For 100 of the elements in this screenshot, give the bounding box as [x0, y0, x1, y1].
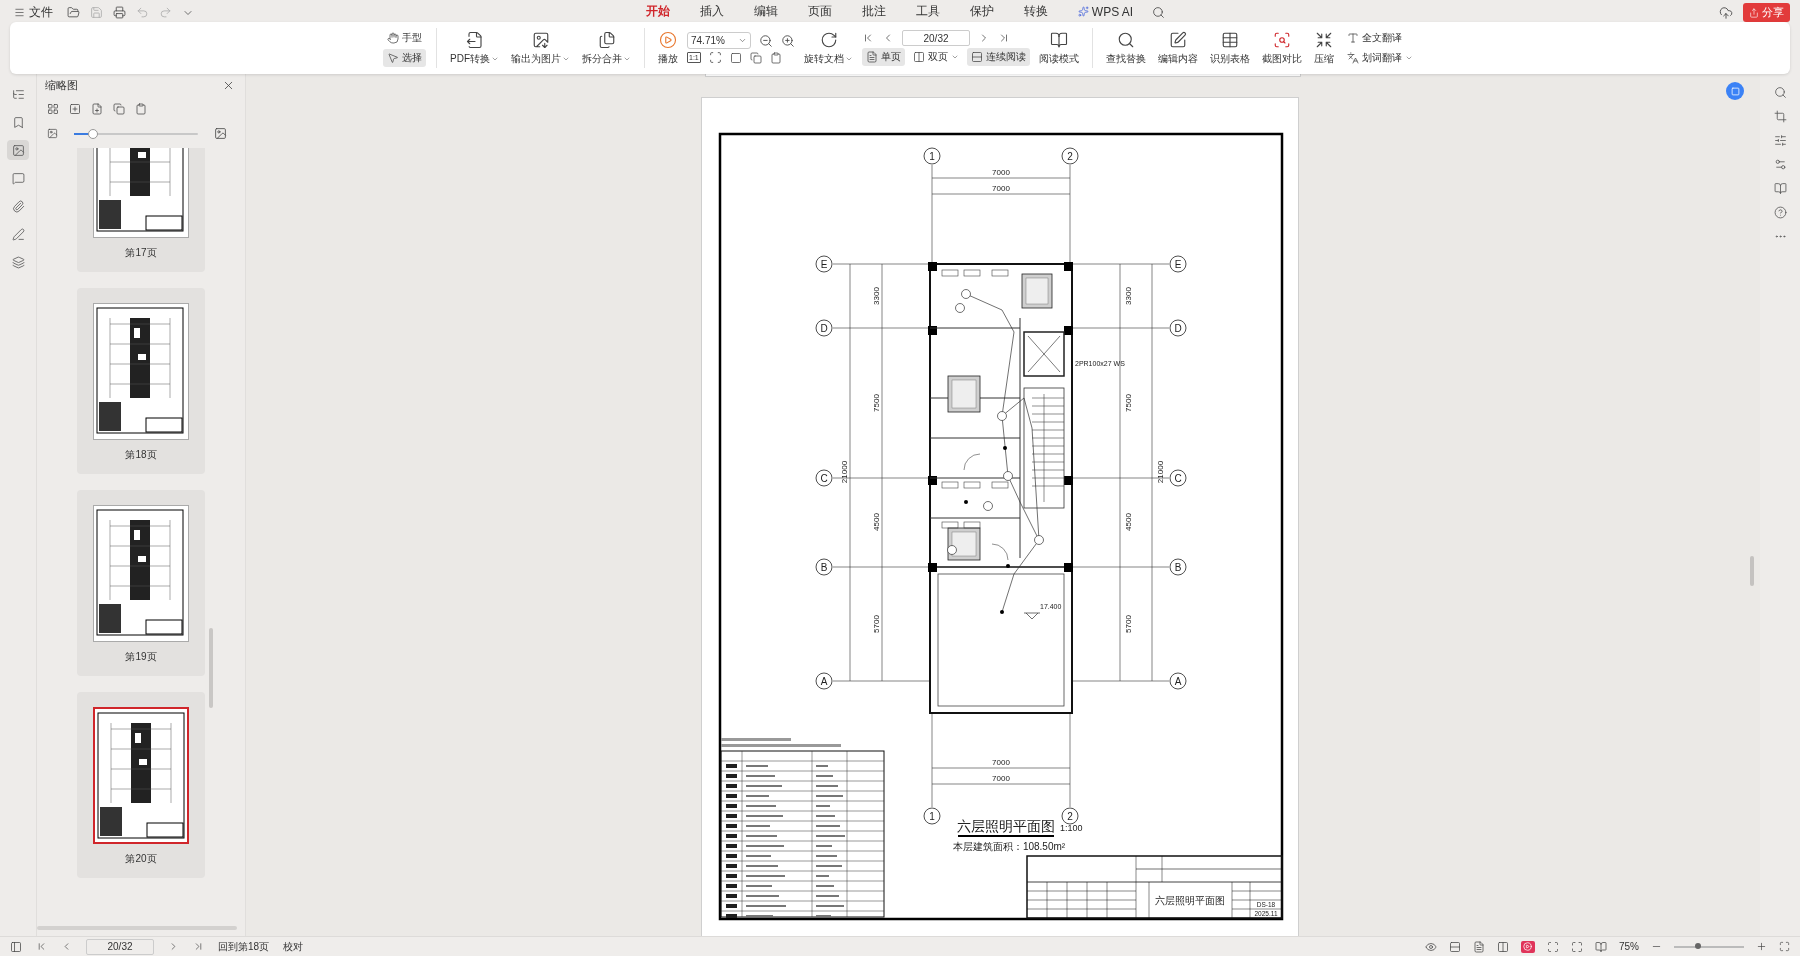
page-label: 第18页	[125, 448, 157, 462]
search-icon[interactable]	[1773, 86, 1787, 99]
thumbnail-card[interactable]: 第18页	[77, 288, 205, 474]
menu-tab[interactable]: 保护	[969, 0, 994, 25]
file-plus-icon[interactable]	[91, 103, 103, 115]
hand-tool-button[interactable]: 手型	[383, 29, 426, 47]
thumbnail-card[interactable]: 第19页	[77, 490, 205, 676]
close-icon[interactable]	[222, 79, 235, 92]
scrollbar-thumb[interactable]	[1750, 556, 1754, 586]
play-icon[interactable]	[1521, 940, 1535, 953]
split-merge-button[interactable]: 拆分合并	[579, 28, 634, 68]
compress-button[interactable]: 压缩	[1311, 28, 1337, 68]
axis-bubble: A	[815, 672, 833, 690]
compare-button[interactable]: 截图对比	[1259, 28, 1305, 68]
menu-tab[interactable]: 插入	[699, 0, 724, 25]
page-number-field[interactable]: 20/32	[902, 30, 970, 46]
rotate-document-button[interactable]: 旋转文档	[801, 28, 856, 68]
crop-icon[interactable]	[1773, 110, 1787, 123]
pdf-convert-button[interactable]: PDF转换	[447, 28, 502, 68]
first-page-icon[interactable]	[36, 941, 47, 952]
cloud-icon[interactable]	[1719, 5, 1733, 20]
axis-bubble: B	[1169, 558, 1187, 576]
find-replace-button[interactable]: 查找替换	[1103, 28, 1149, 68]
double-page-icon[interactable]	[1497, 940, 1509, 953]
print-icon[interactable]	[113, 6, 126, 19]
large-image-icon	[214, 127, 227, 140]
double-page-button[interactable]: 双页	[909, 48, 963, 66]
fullscreen-icon[interactable]	[1779, 941, 1790, 952]
hand-icon	[387, 32, 399, 44]
menu-tab[interactable]: 转换	[1023, 0, 1048, 25]
menu-tab[interactable]: 编辑	[753, 0, 778, 25]
image-icon	[531, 30, 550, 49]
scrollbar-thumb[interactable]	[209, 628, 213, 708]
reading-mode-button[interactable]: 阅读模式	[1036, 28, 1082, 68]
folder-icon[interactable]	[67, 6, 80, 19]
file-menu[interactable]: 文件	[10, 4, 57, 21]
dimension-label: 21000	[1156, 460, 1165, 484]
edit-content-button[interactable]: 编辑内容	[1155, 28, 1201, 68]
panel-toggle-icon[interactable]	[10, 940, 22, 953]
single-page-icon[interactable]	[1473, 940, 1485, 953]
share-button[interactable]: 分享	[1743, 3, 1790, 22]
zoom-level[interactable]: 75%	[1619, 941, 1639, 952]
first-page-icon[interactable]	[862, 32, 874, 44]
zoom-field[interactable]: 74.71%	[687, 32, 751, 49]
copy-icon[interactable]	[113, 103, 125, 115]
help-icon[interactable]	[1773, 206, 1787, 219]
thumbnail-card[interactable]: 第20页	[77, 692, 205, 878]
zoom-out-icon[interactable]	[759, 33, 773, 48]
fit-width-icon[interactable]	[1449, 940, 1461, 953]
zoom-slider[interactable]	[1674, 945, 1744, 948]
full-translate-button[interactable]: 全文翻译	[1343, 29, 1417, 47]
last-page-icon[interactable]	[998, 32, 1010, 44]
slider-thumb[interactable]	[87, 128, 98, 139]
dimension-label: 7000	[992, 168, 1010, 177]
add-page-icon[interactable]	[69, 103, 81, 115]
play-icon	[659, 30, 677, 49]
select-tool-button[interactable]: 选择	[383, 49, 426, 67]
dimension-label: 5700	[1124, 615, 1133, 633]
drawing-title: 六层照明平面图	[957, 818, 1055, 834]
fit-icon[interactable]	[1571, 940, 1583, 953]
translate-icon	[1347, 52, 1359, 64]
menu-tab[interactable]: 页面	[807, 0, 832, 25]
columns-icon	[913, 51, 925, 63]
page-number-field[interactable]: 20/32	[86, 938, 154, 955]
word-translate-button[interactable]: 划词翻译	[1343, 49, 1417, 67]
back-to-page-link[interactable]: 回到第18页	[218, 939, 270, 954]
eye-icon[interactable]	[1425, 940, 1437, 953]
axis-bubble: D	[815, 319, 833, 337]
book-icon[interactable]	[1595, 940, 1607, 953]
recognize-table-button[interactable]: 识别表格	[1207, 28, 1253, 68]
dimension-label: 3300	[1124, 287, 1133, 305]
slider-thumb[interactable]	[1694, 942, 1701, 949]
menu-tab[interactable]: WPS AI	[1077, 1, 1134, 24]
export-image-button[interactable]: 输出为图片	[508, 28, 573, 68]
fit-page-icon[interactable]	[708, 51, 722, 64]
search-icon	[1117, 30, 1135, 49]
last-page-icon[interactable]	[193, 941, 204, 952]
dimension-label: 7000	[992, 184, 1010, 193]
axis-bubble: E	[815, 255, 833, 273]
single-page-button[interactable]: 单页	[862, 48, 905, 66]
menu-tab[interactable]: 批注	[861, 0, 886, 25]
sliders-icon[interactable]	[1773, 134, 1787, 147]
zoom-in-icon[interactable]	[781, 33, 795, 48]
fit-page-icon[interactable]	[1547, 940, 1559, 953]
play-button[interactable]: 播放	[655, 28, 681, 68]
clipboard-icon[interactable]	[135, 103, 147, 115]
proofread-button[interactable]: 校对	[283, 939, 304, 954]
dimension-label: 4500	[872, 513, 881, 531]
float-action-icon[interactable]	[1726, 82, 1744, 100]
fit-width-icon[interactable]	[729, 51, 742, 64]
thumbnail-card[interactable]: 第17页	[77, 148, 205, 272]
grid-icon[interactable]	[47, 103, 59, 115]
menu-tab[interactable]: 工具	[915, 0, 940, 25]
search-icon[interactable]	[1152, 6, 1166, 19]
axis-bubble: E	[1169, 255, 1187, 273]
zoom-in-icon[interactable]	[1756, 941, 1767, 952]
continuous-reading-button[interactable]: 连续阅读	[967, 48, 1030, 66]
thumbnail-icon[interactable]	[7, 140, 29, 160]
settings-icon[interactable]	[1773, 158, 1787, 171]
book-icon[interactable]	[1773, 182, 1787, 195]
